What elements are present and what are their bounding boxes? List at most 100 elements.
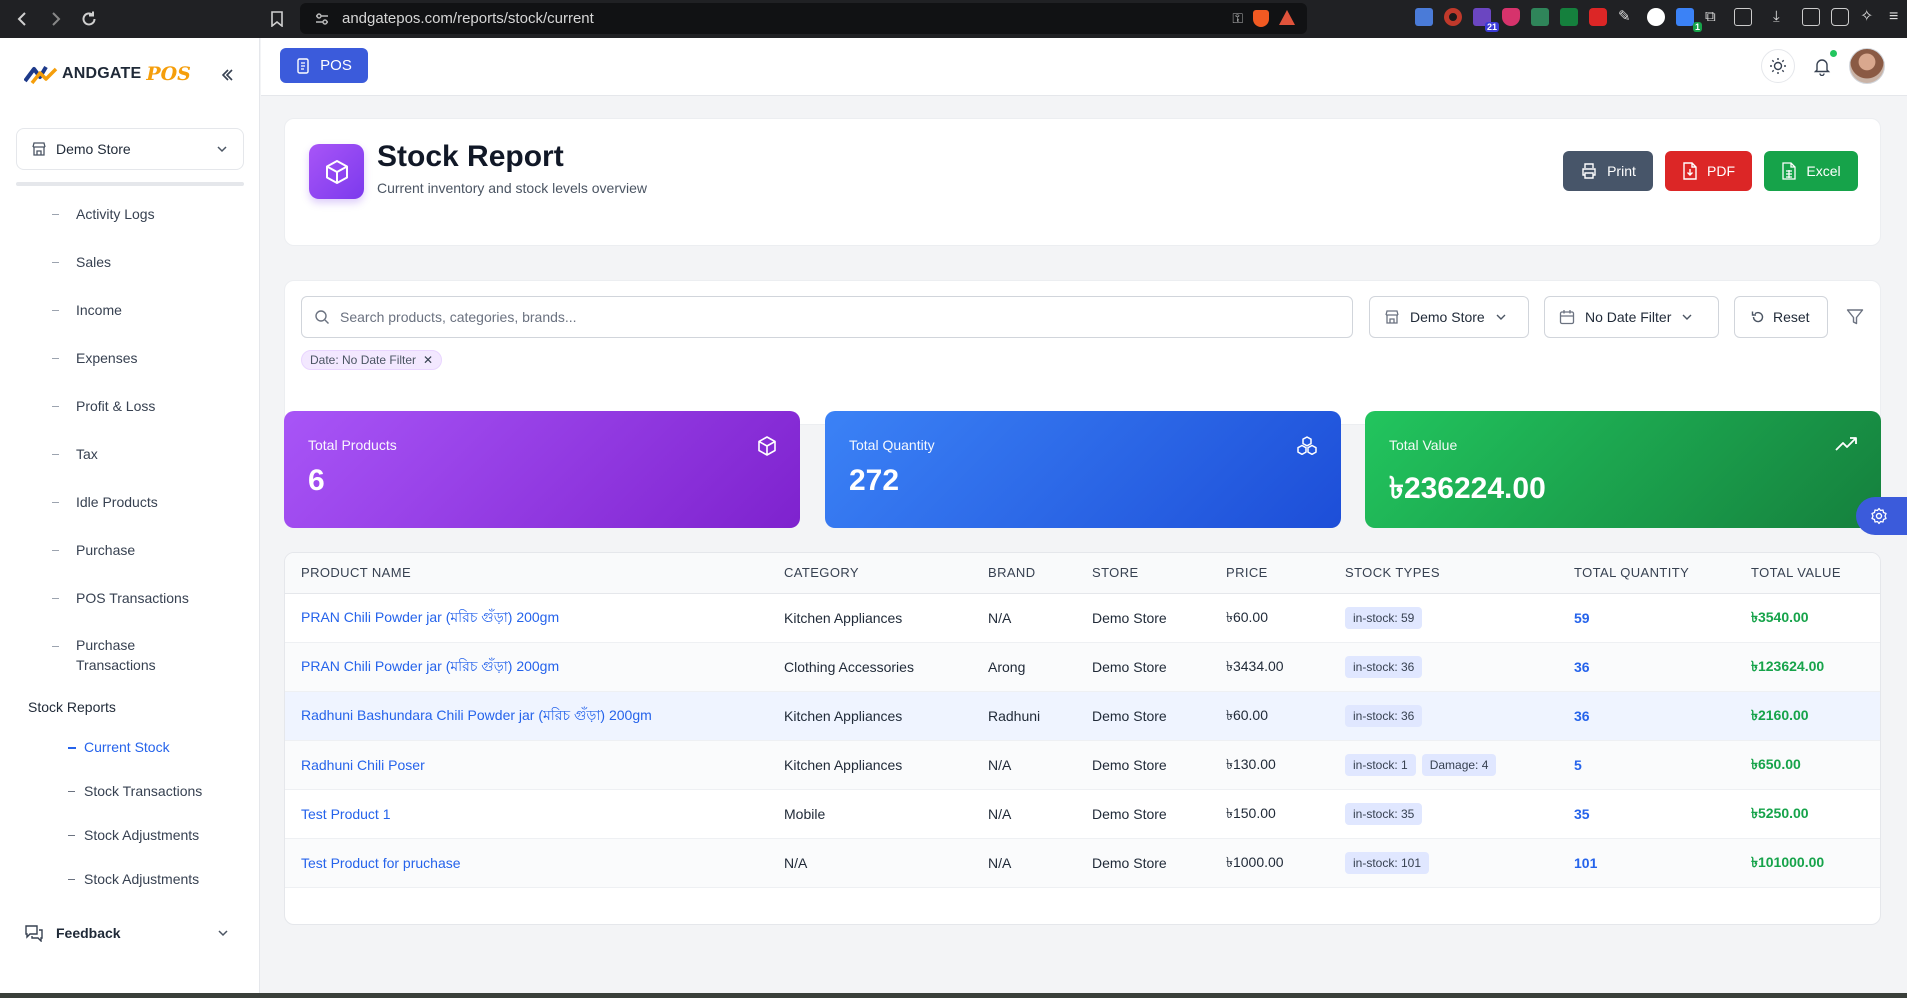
stock-type-badge: in-stock: 36: [1345, 704, 1423, 727]
wallet-icon[interactable]: [1831, 8, 1849, 26]
pdf-button[interactable]: PDF: [1665, 151, 1752, 191]
product-name-link[interactable]: Test Product for pruchase: [301, 855, 461, 871]
sidebar-subitem-stock-transactions[interactable]: Stock Transactions: [0, 769, 260, 813]
collapse-sidebar-icon[interactable]: [217, 65, 237, 85]
sidebar-item-label: Tax: [76, 446, 98, 462]
extension-icon[interactable]: 1: [1676, 8, 1702, 32]
sidebar-section-label: Stock Reports: [28, 699, 116, 715]
store-cell: Demo Store: [1092, 593, 1226, 643]
key-icon[interactable]: ⚿: [1232, 10, 1243, 27]
sidebar-item-pos-transactions[interactable]: POS Transactions: [0, 574, 260, 622]
table-row[interactable]: Radhuni Chili Poser Kitchen Appliances N…: [285, 740, 1880, 790]
sidebar-item-label: Expenses: [76, 350, 138, 366]
sidebar-subitem-stock-adjustments[interactable]: Stock Adjustments: [0, 857, 260, 901]
pos-button[interactable]: POS: [280, 48, 368, 83]
sidebar-item-income[interactable]: Income: [0, 286, 260, 334]
column-header[interactable]: BRAND: [988, 553, 1092, 594]
product-name-link[interactable]: PRAN Chili Powder jar (মরিচ গুঁড়া) 200g…: [301, 609, 559, 625]
leo-ai-icon[interactable]: ✧: [1860, 8, 1878, 26]
stock-table: PRODUCT NAME CATEGORY BRAND STORE PRICE …: [285, 553, 1880, 888]
sidebar-item-idle-products[interactable]: Idle Products: [0, 478, 260, 526]
column-header[interactable]: CATEGORY: [784, 553, 988, 594]
pdf-button-label: PDF: [1707, 163, 1735, 179]
sidebar-item-purchase[interactable]: Purchase: [0, 526, 260, 574]
reload-icon[interactable]: [74, 4, 104, 34]
puzzle-icon[interactable]: ⧉: [1705, 8, 1723, 26]
sidebar-toggle-icon[interactable]: [1802, 8, 1820, 26]
column-header[interactable]: PRODUCT NAME: [285, 553, 784, 594]
menu-icon[interactable]: ≡: [1889, 8, 1907, 26]
address-bar[interactable]: andgatepos.com/reports/stock/current ⚿: [300, 3, 1307, 34]
store-selector[interactable]: Demo Store: [16, 128, 244, 170]
total-quantity: 59: [1574, 609, 1590, 626]
sidebar-item-profit-loss[interactable]: Profit & Loss: [0, 382, 260, 430]
notification-dot: [1830, 50, 1837, 57]
avatar[interactable]: [1849, 48, 1885, 84]
back-icon[interactable]: [8, 4, 38, 34]
settings-float-button[interactable]: [1856, 497, 1907, 535]
notifications-button[interactable]: [1805, 49, 1839, 83]
table-row[interactable]: Test Product 1 Mobile N/A Demo Store ৳15…: [285, 789, 1880, 839]
filter-icon[interactable]: [1846, 308, 1864, 331]
sidebar-item-label: Income: [76, 302, 122, 318]
rewards-icon[interactable]: [1279, 10, 1295, 25]
table-row[interactable]: Test Product for pruchase N/A N/A Demo S…: [285, 838, 1880, 888]
stat-value: ৳236224.00: [1389, 472, 1546, 505]
search-input[interactable]: [340, 309, 1300, 325]
stat-label: Total Products: [308, 437, 397, 453]
remove-filter-icon[interactable]: ✕: [423, 353, 433, 367]
sidebar-section-stock-reports[interactable]: Stock Reports: [0, 689, 260, 725]
extension-icon[interactable]: 21: [1473, 8, 1499, 32]
extension-icon[interactable]: [1531, 8, 1549, 26]
brave-shield-icon[interactable]: [1253, 10, 1269, 27]
sidebar-item-tax[interactable]: Tax: [0, 430, 260, 478]
sidebar-item-sales[interactable]: Sales: [0, 238, 260, 286]
translate-extension-icon[interactable]: [1415, 8, 1433, 26]
stat-value: 6: [308, 464, 325, 497]
sidebar-item-purchase-transactions[interactable]: Purchase Transactions: [0, 622, 260, 687]
extension-icon[interactable]: [1502, 8, 1520, 26]
extension-icon[interactable]: [1589, 8, 1607, 26]
column-header[interactable]: STORE: [1092, 553, 1226, 594]
sidebar-item-label: Stock Adjustments: [84, 827, 200, 843]
table-row[interactable]: PRAN Chili Powder jar (মরিচ গুঁড়া) 200g…: [285, 593, 1880, 643]
table-row[interactable]: PRAN Chili Powder jar (মরিচ গুঁড়া) 200g…: [285, 642, 1880, 692]
store-filter-select[interactable]: Demo Store: [1369, 296, 1529, 338]
sidebar-subitem-current-stock[interactable]: Current Stock: [0, 725, 260, 769]
table-row[interactable]: Radhuni Bashundara Chili Powder jar (মরি…: [285, 691, 1880, 741]
product-name-link[interactable]: PRAN Chili Powder jar (মরিচ গুঁড়া) 200g…: [301, 658, 559, 674]
product-name-link[interactable]: Test Product 1: [301, 806, 391, 822]
extension-icon[interactable]: [1444, 8, 1462, 26]
extension-icon[interactable]: [1560, 8, 1578, 26]
excel-button[interactable]: Excel: [1764, 151, 1858, 191]
sidebar-subitem-stock-adjustments[interactable]: Stock Adjustments: [0, 813, 260, 857]
print-button[interactable]: Print: [1563, 151, 1653, 191]
site-info-icon[interactable]: [314, 11, 330, 27]
total-quantity: 5: [1574, 756, 1582, 773]
date-filter-select[interactable]: No Date Filter: [1544, 296, 1719, 338]
column-header[interactable]: TOTAL VALUE: [1751, 553, 1880, 594]
total-value: ৳123624.00: [1751, 657, 1825, 674]
column-header[interactable]: PRICE: [1226, 553, 1345, 594]
sidebar-item-expenses[interactable]: Expenses: [0, 334, 260, 382]
logo[interactable]: ANDGATE POS: [24, 63, 191, 85]
reset-button[interactable]: Reset: [1734, 296, 1828, 338]
total-quantity: 36: [1574, 658, 1590, 675]
stock-table-card: PRODUCT NAME CATEGORY BRAND STORE PRICE …: [284, 552, 1881, 925]
extension-icon[interactable]: [1734, 8, 1752, 26]
theme-toggle-button[interactable]: [1761, 49, 1795, 83]
column-header[interactable]: STOCK TYPES: [1345, 553, 1574, 594]
sidebar-item-activity-logs[interactable]: Activity Logs: [0, 190, 260, 238]
bookmark-icon[interactable]: [262, 4, 292, 34]
eyedropper-icon[interactable]: ✎: [1618, 8, 1636, 26]
search-box[interactable]: [301, 296, 1353, 338]
sidebar-item-feedback[interactable]: Feedback: [24, 918, 236, 948]
download-icon[interactable]: ⤓: [1773, 8, 1791, 26]
extension-icon[interactable]: [1647, 8, 1665, 26]
price-cell: ৳150.00: [1226, 789, 1345, 839]
chat-icon: [25, 925, 43, 942]
product-name-link[interactable]: Radhuni Chili Poser: [301, 757, 425, 773]
column-header[interactable]: TOTAL QUANTITY: [1574, 553, 1751, 594]
product-name-link[interactable]: Radhuni Bashundara Chili Powder jar (মরি…: [301, 707, 652, 723]
forward-icon[interactable]: [40, 4, 70, 34]
